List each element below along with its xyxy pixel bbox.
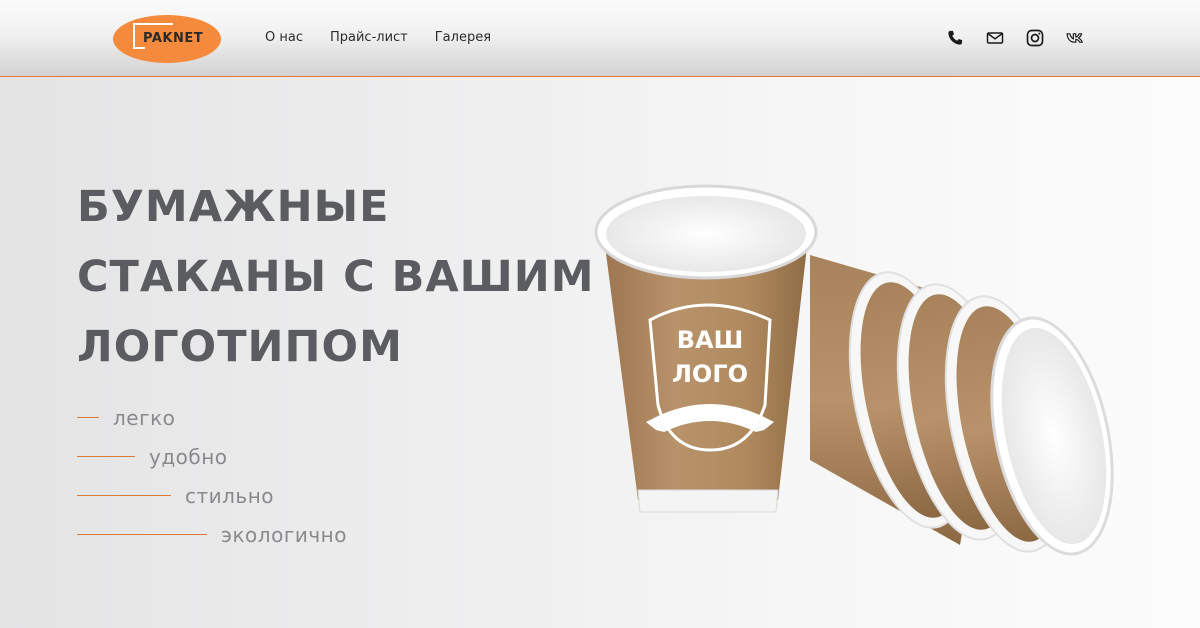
feature-dash <box>77 495 171 496</box>
nav-link-price-list[interactable]: Прайс-лист <box>330 30 408 45</box>
nav-link-about[interactable]: О нас <box>265 30 303 45</box>
mail-icon[interactable] <box>984 27 1006 49</box>
main-nav: О нас Прайс-лист Галерея <box>265 30 518 45</box>
site-header: PAKNET О нас Прайс-лист Галерея <box>0 0 1200 77</box>
hero-title-line-1: БУМАЖНЫЕ <box>77 182 390 232</box>
feature-dash <box>77 456 135 457</box>
logo-text: PAKNET <box>143 31 204 46</box>
hero-title: БУМАЖНЫЕ СТАКАНЫ С ВАШИМ ЛОГОТИПОМ <box>77 172 597 382</box>
feature-item: легко <box>77 398 347 437</box>
feature-label-convenient: удобно <box>149 444 228 469</box>
feature-item: экологично <box>77 515 347 554</box>
feature-dash <box>77 534 207 535</box>
cup-logo-line-2: ЛОГО <box>672 360 748 388</box>
feature-item: стильно <box>77 476 347 515</box>
nav-link-gallery[interactable]: Галерея <box>435 30 491 45</box>
contact-icons <box>944 27 1104 49</box>
feature-label-eco: экологично <box>221 522 347 547</box>
vk-icon[interactable] <box>1064 27 1086 49</box>
paknet-logo[interactable]: PAKNET <box>113 15 221 63</box>
paper-cups-illustration: ВАШ ЛОГО <box>594 184 1114 556</box>
feature-label-easy: легко <box>113 405 176 430</box>
feature-list: легко удобно стильно экологично <box>77 398 347 554</box>
feature-label-stylish: стильно <box>185 483 275 508</box>
feature-dash <box>77 417 99 418</box>
instagram-icon[interactable] <box>1024 27 1046 49</box>
phone-icon[interactable] <box>944 27 966 49</box>
hero-title-line-2: СТАКАНЫ С ВАШИМ <box>77 252 595 302</box>
stacked-cups <box>810 255 1114 556</box>
hero-title-line-3: ЛОГОТИПОМ <box>77 322 403 372</box>
standing-cup: ВАШ ЛОГО <box>594 184 818 513</box>
cup-logo-line-1: ВАШ <box>677 326 744 354</box>
paper-cups-image: ВАШ ЛОГО <box>560 160 1160 560</box>
feature-item: удобно <box>77 437 347 476</box>
